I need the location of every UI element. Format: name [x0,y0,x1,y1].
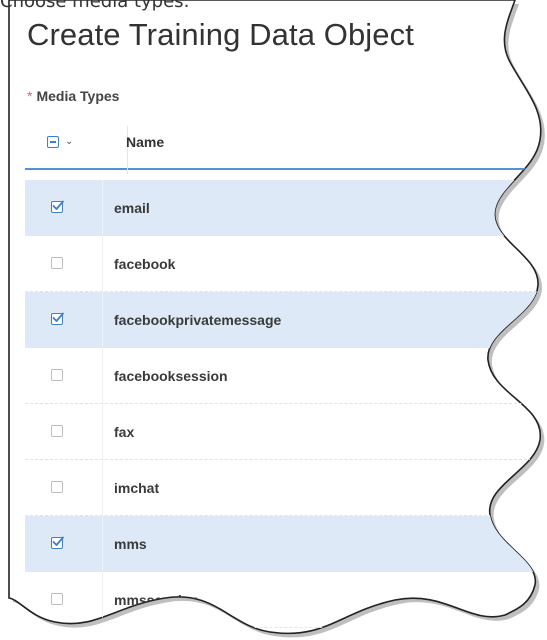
checkbox-icon[interactable] [51,313,63,325]
checkmark-icon [51,535,64,548]
cell-divider [102,404,103,459]
row-name: imchat [114,480,160,496]
cell-divider [102,516,103,571]
table-row-fax[interactable]: fax [25,404,547,460]
table-row-imchat[interactable]: imchat [25,460,547,516]
cell-divider [102,180,103,235]
row-name: email [114,200,150,216]
row-name: facebookprivatemessage [114,312,282,328]
checkbox-icon[interactable] [51,369,63,381]
media-types-list: email facebook facebookprivatemessage fa… [25,180,547,628]
dialog-content: Create Training Data Object * Media Types… [0,0,547,640]
select-all-menu[interactable]: ⌄ [47,134,73,150]
cell-divider [102,236,103,291]
chevron-down-icon[interactable]: ⌄ [65,137,73,147]
row-name: facebook [114,256,176,272]
row-name: mms [114,536,147,552]
checkbox-icon[interactable] [51,425,63,437]
page-title: Create Training Data Object [27,17,414,52]
table-row-email[interactable]: email [25,180,547,236]
row-name: fax [114,424,135,440]
required-marker: * [27,88,33,104]
table-row-facebooksession[interactable]: facebooksession [25,348,547,404]
checkbox-icon[interactable] [51,593,63,605]
media-types-label: * Media Types [27,88,119,104]
cell-divider [102,292,103,347]
checkmark-icon [51,199,64,212]
table-row-facebook[interactable]: facebook [25,236,547,292]
table-row-facebookprivatemessage[interactable]: facebookprivatemessage [25,292,547,348]
cell-divider [102,348,103,403]
column-header-name[interactable]: Name [126,134,164,150]
cell-divider [102,460,103,515]
table-header: ⌄ Name [25,116,547,170]
checkbox-icon[interactable] [51,201,63,213]
table-row-mms[interactable]: mms [25,516,547,572]
media-types-label-text: Media Types [36,88,120,104]
checkbox-icon[interactable] [51,257,63,269]
row-name: facebooksession [114,368,228,384]
checkbox-icon[interactable] [51,481,63,493]
partial-checkbox-icon[interactable] [47,136,59,148]
checkmark-icon [51,311,64,324]
checkbox-icon[interactable] [51,537,63,549]
